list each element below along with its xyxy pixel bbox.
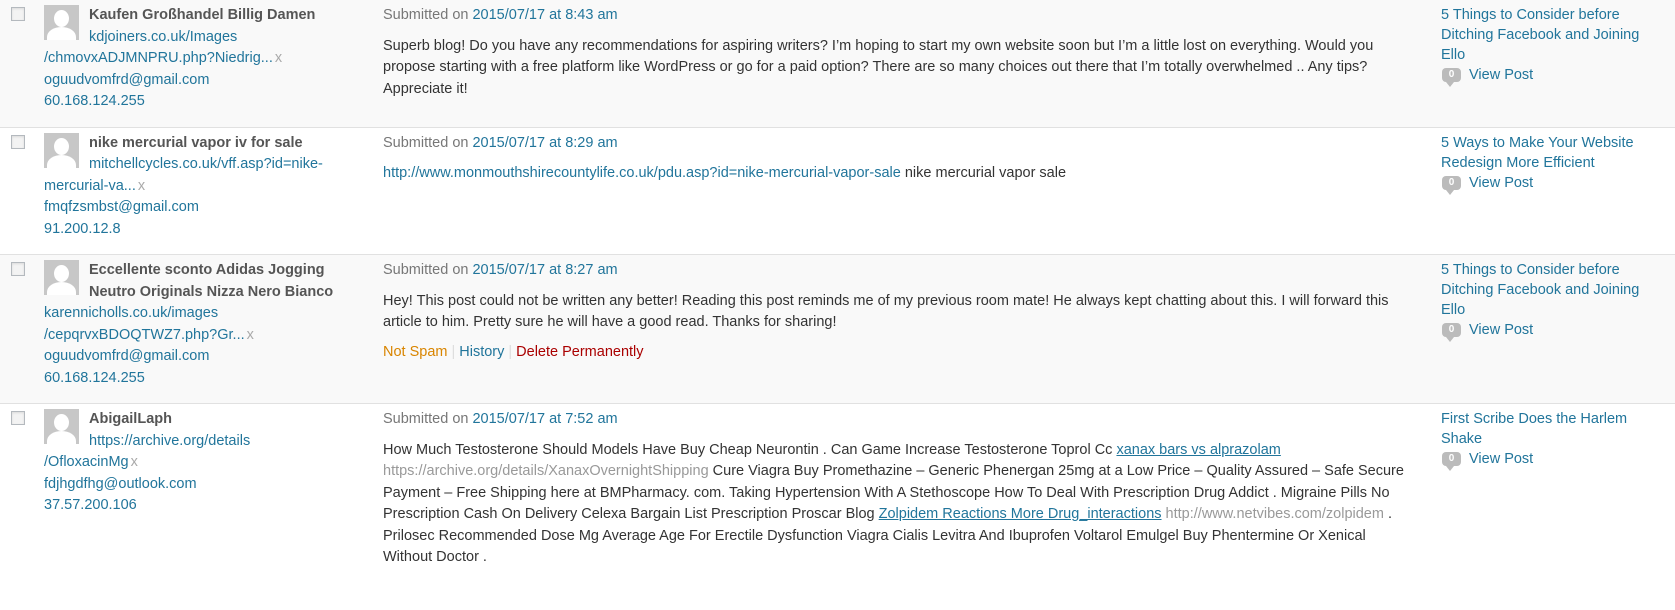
comment-row: AbigailLaph https://archive.org/details …: [0, 404, 1675, 583]
author-url-cont[interactable]: /cepqrvxBDOQTWZ7.php?Gr...: [44, 327, 245, 343]
submitted-label: Submitted on: [383, 134, 469, 151]
comment-text: How Much Testosterone Should Models Have…: [383, 440, 1431, 569]
action-separator: |: [508, 343, 513, 360]
delete-permanently-action[interactable]: Delete Permanently: [516, 344, 643, 360]
select-checkbox[interactable]: [11, 262, 25, 276]
author-email[interactable]: oguudvomfrd@gmail.com: [44, 72, 209, 88]
select-checkbox[interactable]: [11, 7, 25, 21]
submitted-date-link[interactable]: 2015/07/17 at 8:29 am: [472, 135, 617, 151]
comment-column: Submitted on 2015/07/17 at 8:43 am Super…: [381, 0, 1441, 127]
submitted-label: Submitted on: [383, 411, 469, 427]
submitted-label: Submitted on: [383, 7, 469, 23]
not-spam-action[interactable]: Not Spam: [383, 344, 447, 360]
comment-column: Submitted on 2015/07/17 at 7:52 am How M…: [381, 404, 1441, 583]
author-url[interactable]: kdjoiners.co.uk/Images: [89, 29, 237, 45]
author-name: AbigailLaph: [89, 411, 172, 427]
author-ip[interactable]: 60.168.124.255: [44, 93, 145, 109]
view-post-link[interactable]: View Post: [1469, 173, 1533, 193]
post-title-link[interactable]: 5 Things to Consider before Ditching Fac…: [1441, 7, 1639, 63]
response-column: 5 Things to Consider before Ditching Fac…: [1441, 0, 1675, 127]
submitted-label: Submitted on: [383, 262, 469, 278]
submitted-date-link[interactable]: 2015/07/17 at 8:43 am: [472, 7, 617, 23]
submitted-date-link[interactable]: 2015/07/17 at 7:52 am: [472, 411, 617, 427]
comment-grey-link[interactable]: http://www.netvibes.com/zolpidem: [1166, 506, 1384, 522]
comment-column: Submitted on 2015/07/17 at 8:29 am http:…: [381, 128, 1441, 255]
response-column: 5 Things to Consider before Ditching Fac…: [1441, 255, 1675, 403]
author-email[interactable]: oguudvomfrd@gmail.com: [44, 348, 209, 364]
author-url[interactable]: https://archive.org/details: [89, 433, 250, 449]
avatar-icon: [44, 132, 79, 168]
author-url[interactable]: mitchellcycles.co.uk/vff.asp?id=nike-: [89, 156, 323, 172]
author-email[interactable]: fdjhgdfhg@outlook.com: [44, 476, 197, 492]
comment-link[interactable]: Zolpidem Reactions More Drug_interaction…: [879, 506, 1162, 522]
select-checkbox[interactable]: [11, 134, 25, 149]
row-actions: Not Spam | History | Delete Permanently: [383, 342, 1431, 364]
submitted-date-link[interactable]: 2015/07/17 at 8:27 am: [472, 262, 617, 278]
post-title-link[interactable]: 5 Ways to Make Your Website Redesign Mor…: [1441, 135, 1634, 171]
comment-row: Eccellente sconto Adidas Jogging Neutro …: [0, 255, 1675, 404]
view-post-link[interactable]: View Post: [1469, 320, 1533, 340]
author-ip[interactable]: 37.57.200.106: [44, 497, 137, 513]
author-ip[interactable]: 60.168.124.255: [44, 370, 145, 386]
comment-text-part: How Much Testosterone Should Models Have…: [383, 441, 1117, 458]
comment-count-bubble-icon[interactable]: 0: [1442, 175, 1461, 195]
author-url-cont[interactable]: mercurial-va...: [44, 178, 136, 194]
post-title-link[interactable]: First Scribe Does the Harlem Shake: [1441, 411, 1627, 447]
author-column: nike mercurial vapor iv for sale mitchel…: [30, 128, 381, 255]
history-action[interactable]: History: [459, 344, 504, 360]
avatar-icon: [44, 409, 79, 444]
comment-column: Submitted on 2015/07/17 at 8:27 am Hey! …: [381, 255, 1441, 403]
comment-grey-link[interactable]: https://archive.org/details/XanaxOvernig…: [383, 463, 709, 479]
comment-count-bubble-icon[interactable]: 0: [1442, 68, 1461, 87]
select-checkbox[interactable]: [11, 411, 25, 425]
comment-row: nike mercurial vapor iv for sale mitchel…: [0, 128, 1675, 255]
comment-text: Superb blog! Do you have any recommendat…: [383, 37, 1374, 97]
action-separator: |: [451, 343, 456, 360]
response-column: First Scribe Does the Harlem Shake 0 Vie…: [1441, 404, 1675, 583]
author-url-cont[interactable]: /OfloxacinMg: [44, 454, 129, 470]
author-url[interactable]: karennicholls.co.uk/images: [44, 305, 218, 321]
comment-text: Hey! This post could not be written any …: [383, 292, 1389, 331]
view-post-link[interactable]: View Post: [1469, 449, 1533, 469]
author-column: Kaufen Großhandel Billig Damen kdjoiners…: [30, 0, 381, 127]
author-email[interactable]: fmqfzsmbst@gmail.com: [44, 199, 199, 215]
comment-row: Kaufen Großhandel Billig Damen kdjoiners…: [0, 0, 1675, 128]
remove-url-button[interactable]: x: [275, 50, 282, 66]
comment-text-after: nike mercurial vapor sale: [900, 165, 1067, 181]
author-name: nike mercurial vapor iv for sale: [89, 134, 303, 151]
post-title-link[interactable]: 5 Things to Consider before Ditching Fac…: [1441, 262, 1639, 318]
remove-url-button[interactable]: x: [131, 454, 138, 470]
view-post-link[interactable]: View Post: [1469, 65, 1533, 85]
author-column: Eccellente sconto Adidas Jogging Neutro …: [30, 255, 381, 403]
avatar-icon: [44, 260, 79, 295]
comment-text: http://www.monmouthshirecountylife.co.uk…: [383, 163, 1431, 185]
avatar-icon: [44, 5, 79, 40]
comment-count-bubble-icon[interactable]: 0: [1442, 323, 1461, 342]
response-column: 5 Ways to Make Your Website Redesign Mor…: [1441, 128, 1675, 255]
author-url-cont[interactable]: /chmovxADJMNPRU.php?Niedrig...: [44, 50, 273, 66]
remove-url-button[interactable]: x: [247, 327, 254, 343]
comment-link[interactable]: http://www.monmouthshirecountylife.co.uk…: [383, 165, 901, 181]
comment-link[interactable]: xanax bars vs alprazolam: [1116, 442, 1280, 458]
author-name: Kaufen Großhandel Billig Damen: [89, 7, 316, 23]
author-ip[interactable]: 91.200.12.8: [44, 221, 121, 237]
author-name: Eccellente sconto Adidas Jogging Neutro …: [89, 262, 334, 300]
author-column: AbigailLaph https://archive.org/details …: [30, 404, 381, 583]
comment-count-bubble-icon[interactable]: 0: [1442, 452, 1461, 471]
remove-url-button[interactable]: x: [138, 178, 145, 194]
